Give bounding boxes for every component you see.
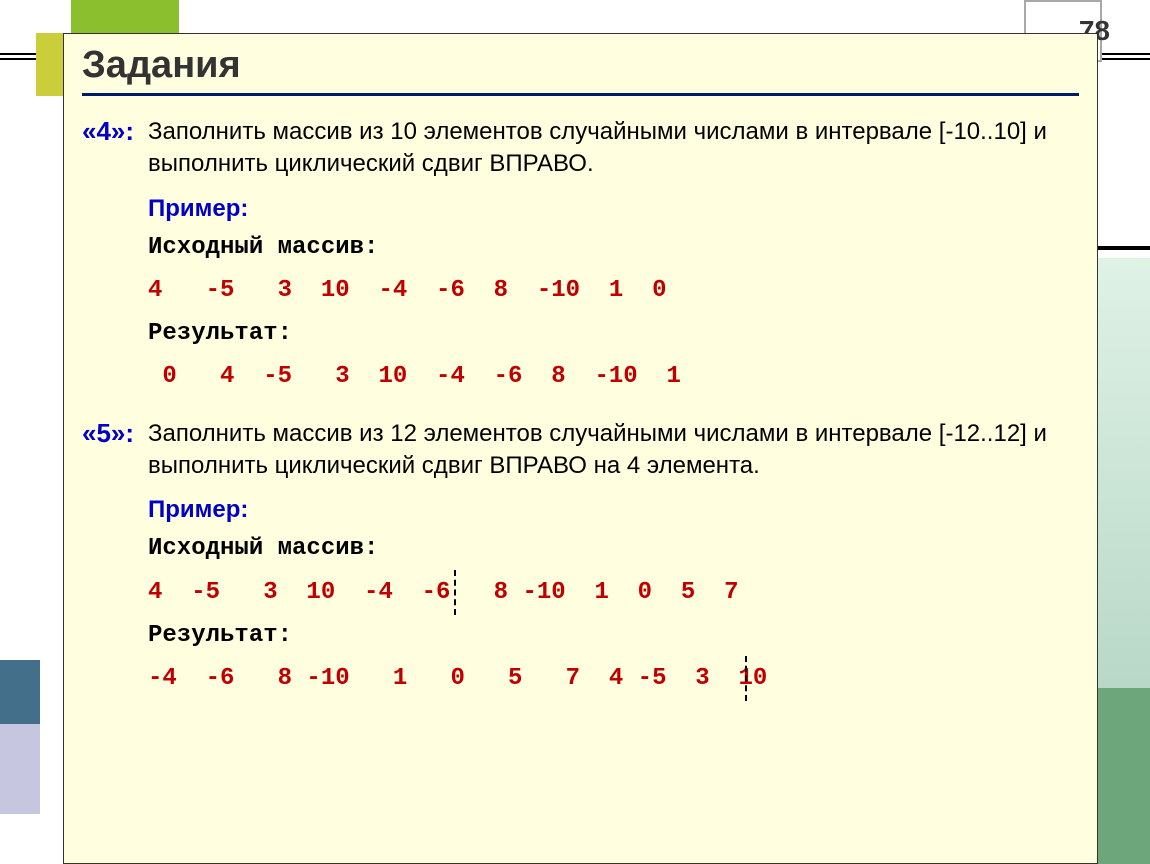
task4-description: Заполнить массив из 10 элементов случайн… bbox=[148, 116, 1079, 181]
title-underline bbox=[82, 93, 1079, 96]
task5-result-array: -4 -6 8 -10 1 0 5 7 4 -5 3 10 bbox=[148, 660, 1079, 697]
decoration-green-block bbox=[71, 0, 179, 33]
task5-result-split-marker bbox=[745, 656, 747, 701]
decoration-right-green bbox=[1092, 688, 1150, 864]
task4-source-array: 4 -5 3 10 -4 -6 8 -10 1 0 bbox=[148, 272, 1079, 309]
task5-grade-label: «5»: bbox=[82, 418, 148, 449]
task5-source-split-marker bbox=[454, 570, 456, 615]
task5-result-label: Результат: bbox=[148, 617, 1079, 654]
task4-source-label: Исходный массив: bbox=[148, 229, 1079, 266]
task5-example-label: Пример: bbox=[148, 496, 1079, 524]
task4-result-array: 0 4 -5 3 10 -4 -6 8 -10 1 bbox=[148, 358, 1079, 395]
task5-description: Заполнить массив из 12 элементов случайн… bbox=[148, 418, 1079, 483]
decoration-right-mint bbox=[1092, 258, 1150, 688]
slide-title: Задания bbox=[82, 44, 1079, 87]
decoration-left-aqua bbox=[0, 660, 40, 724]
slide-body: Задания «4»: Заполнить массив из 10 элем… bbox=[63, 33, 1098, 864]
task5-source-label: Исходный массив: bbox=[148, 530, 1079, 567]
task4-result-label: Результат: bbox=[148, 315, 1079, 352]
task4-grade-label: «4»: bbox=[82, 116, 148, 147]
task5-source-array: 4 -5 3 10 -4 -6 8 -10 1 0 5 7 bbox=[148, 574, 1079, 611]
task4-example-label: Пример: bbox=[148, 195, 1079, 223]
decoration-left-lav bbox=[0, 724, 40, 814]
